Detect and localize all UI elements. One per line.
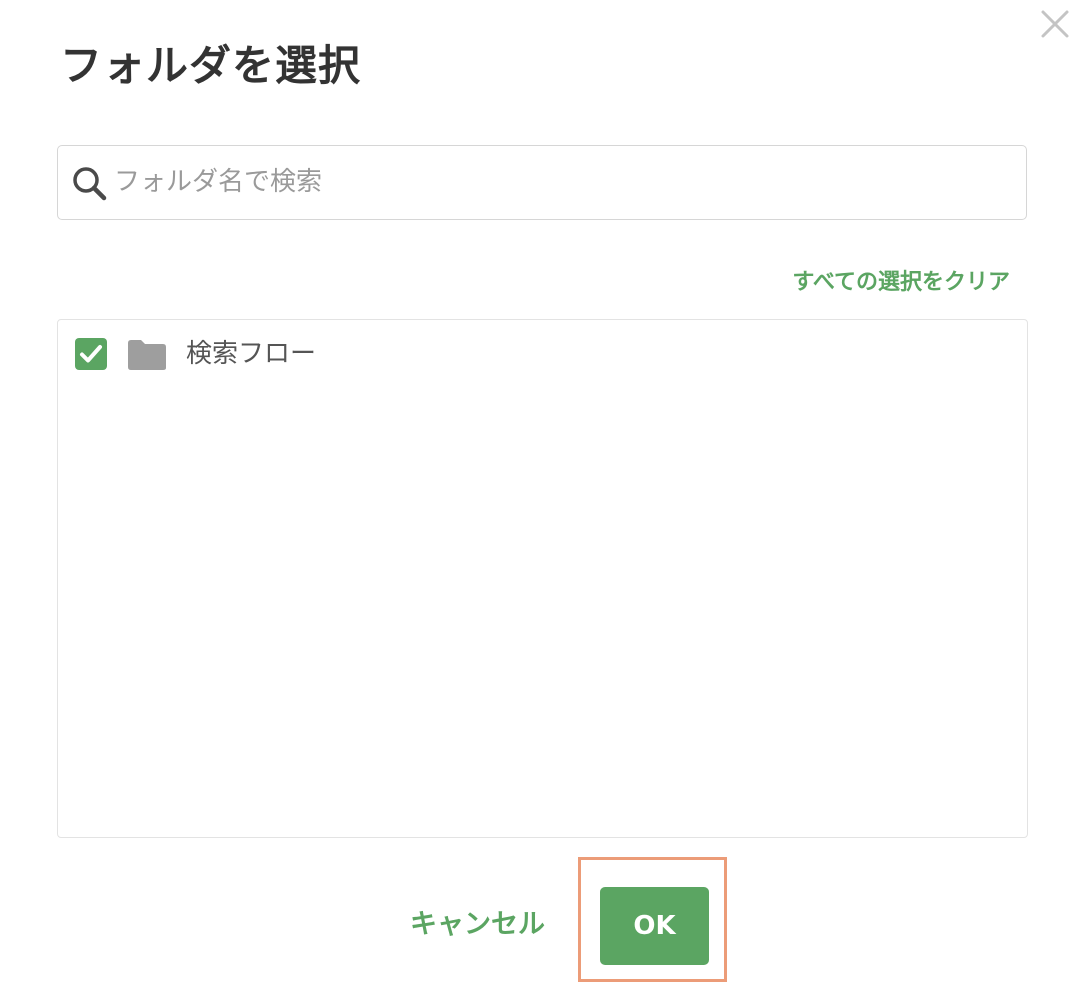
search-input[interactable] [114, 146, 1014, 218]
dialog-title: フォルダを選択 [60, 41, 362, 90]
folder-icon [128, 340, 166, 370]
folder-checkbox[interactable] [75, 338, 107, 370]
clear-all-selection-link[interactable]: すべての選択をクリア [792, 264, 1010, 302]
close-icon [1041, 10, 1069, 38]
folder-list: 検索フロー [57, 319, 1028, 838]
checkmark-icon [80, 345, 102, 363]
folder-list-item[interactable]: 検索フロー [58, 332, 1027, 376]
ok-button[interactable]: OK [600, 887, 709, 965]
search-icon [73, 167, 107, 201]
folder-label: 検索フロー [186, 339, 317, 369]
cancel-button[interactable]: キャンセル [410, 900, 545, 950]
search-box[interactable] [57, 145, 1027, 220]
close-button[interactable] [1037, 6, 1073, 42]
select-folder-dialog: フォルダを選択 すべての選択をクリア 検索フロー キャンセル OK [0, 0, 1076, 990]
